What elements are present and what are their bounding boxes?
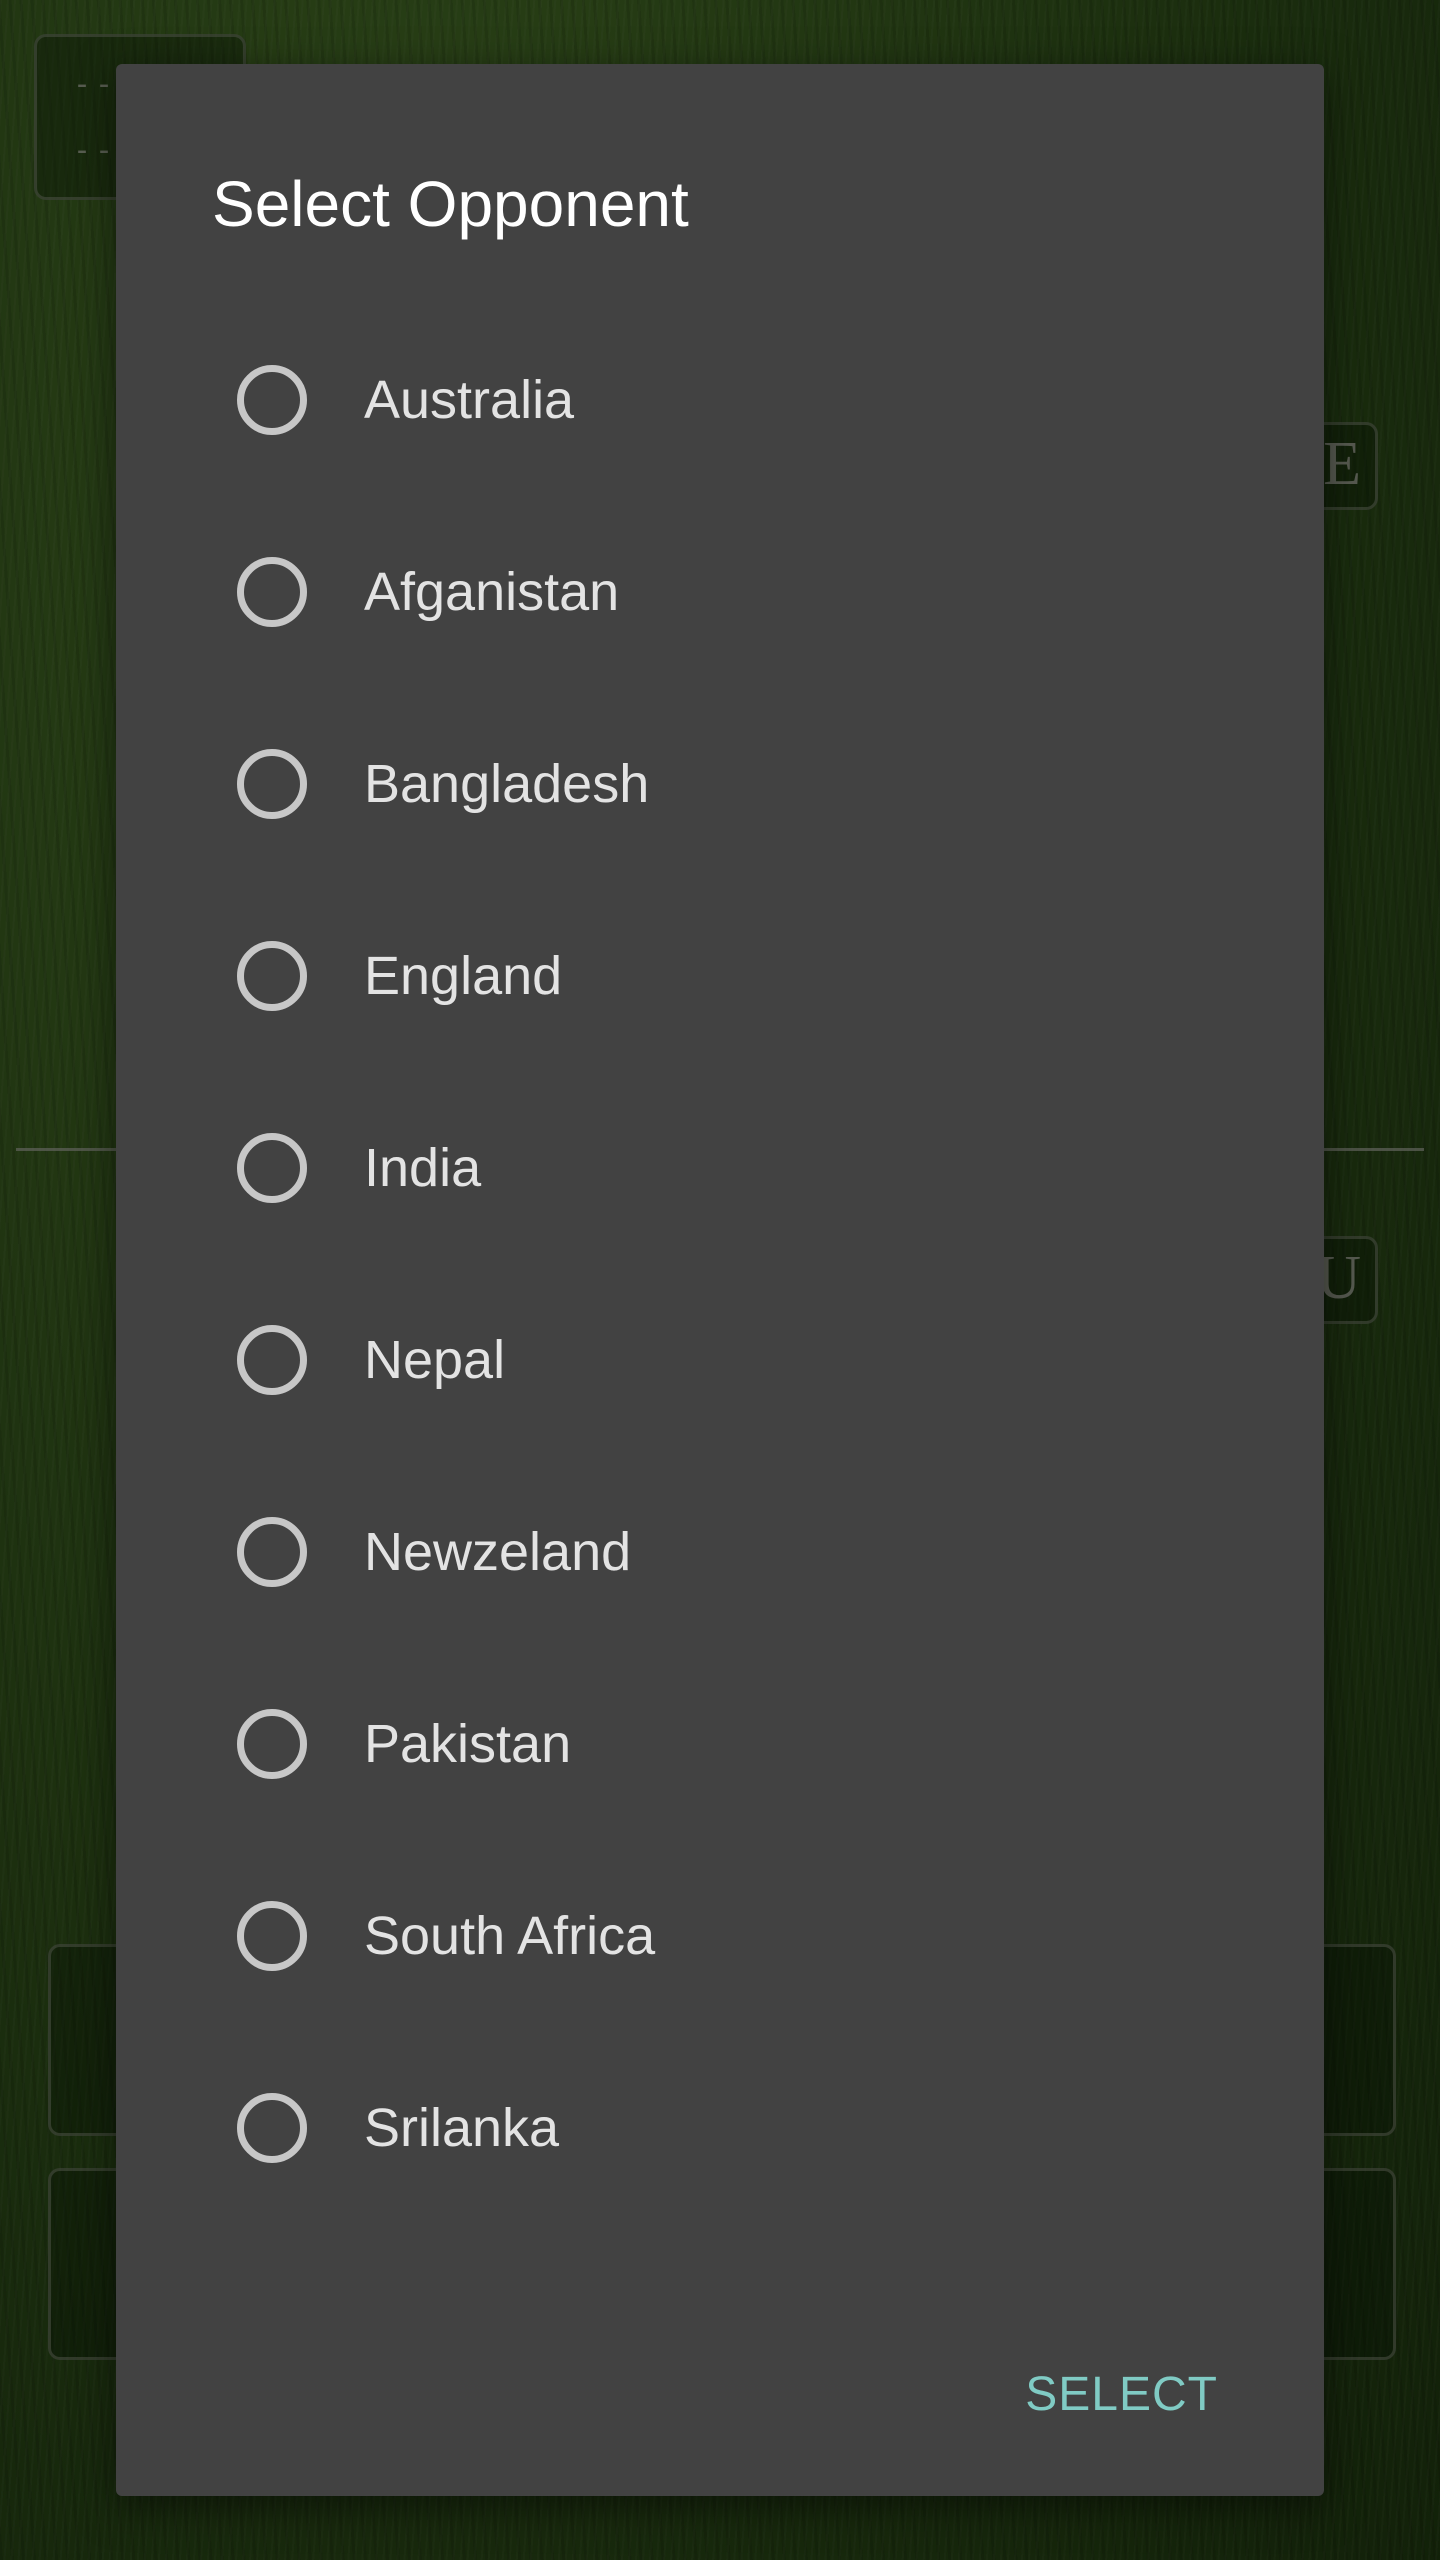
opponent-label: South Africa — [364, 1906, 656, 1966]
opponent-label: Pakistan — [364, 1714, 572, 1774]
opponent-option-pakistan[interactable]: Pakistan — [116, 1648, 1324, 1840]
opponent-label: England — [364, 946, 563, 1006]
opponent-option-england[interactable]: England — [116, 880, 1324, 1072]
opponent-label: Bangladesh — [364, 754, 650, 814]
radio-icon[interactable] — [237, 749, 307, 819]
opponent-label: Nepal — [364, 1330, 506, 1390]
radio-icon[interactable] — [237, 1517, 307, 1587]
radio-icon[interactable] — [237, 1709, 307, 1779]
opponent-option-india[interactable]: India — [116, 1072, 1324, 1264]
select-opponent-dialog: Select Opponent Australia Afganistan Ban… — [116, 64, 1324, 2496]
radio-icon[interactable] — [237, 557, 307, 627]
select-button[interactable]: SELECT — [1015, 2353, 1228, 2436]
opponent-label: India — [364, 1138, 482, 1198]
opponent-label: Srilanka — [364, 2098, 560, 2158]
radio-icon[interactable] — [237, 2093, 307, 2163]
radio-icon[interactable] — [237, 941, 307, 1011]
opponent-label: Afganistan — [364, 562, 620, 622]
opponent-label: Australia — [364, 370, 575, 430]
opponent-label: Newzeland — [364, 1522, 632, 1582]
radio-icon[interactable] — [237, 1325, 307, 1395]
opponent-option-afganistan[interactable]: Afganistan — [116, 496, 1324, 688]
opponent-list: Australia Afganistan Bangladesh England … — [116, 304, 1324, 2224]
opponent-option-south-africa[interactable]: South Africa — [116, 1840, 1324, 2032]
opponent-option-australia[interactable]: Australia — [116, 304, 1324, 496]
radio-icon[interactable] — [237, 1133, 307, 1203]
opponent-option-bangladesh[interactable]: Bangladesh — [116, 688, 1324, 880]
dialog-title: Select Opponent — [212, 168, 689, 240]
opponent-option-nepal[interactable]: Nepal — [116, 1264, 1324, 1456]
radio-icon[interactable] — [237, 365, 307, 435]
opponent-option-srilanka[interactable]: Srilanka — [116, 2032, 1324, 2224]
radio-icon[interactable] — [237, 1901, 307, 1971]
opponent-option-newzeland[interactable]: Newzeland — [116, 1456, 1324, 1648]
